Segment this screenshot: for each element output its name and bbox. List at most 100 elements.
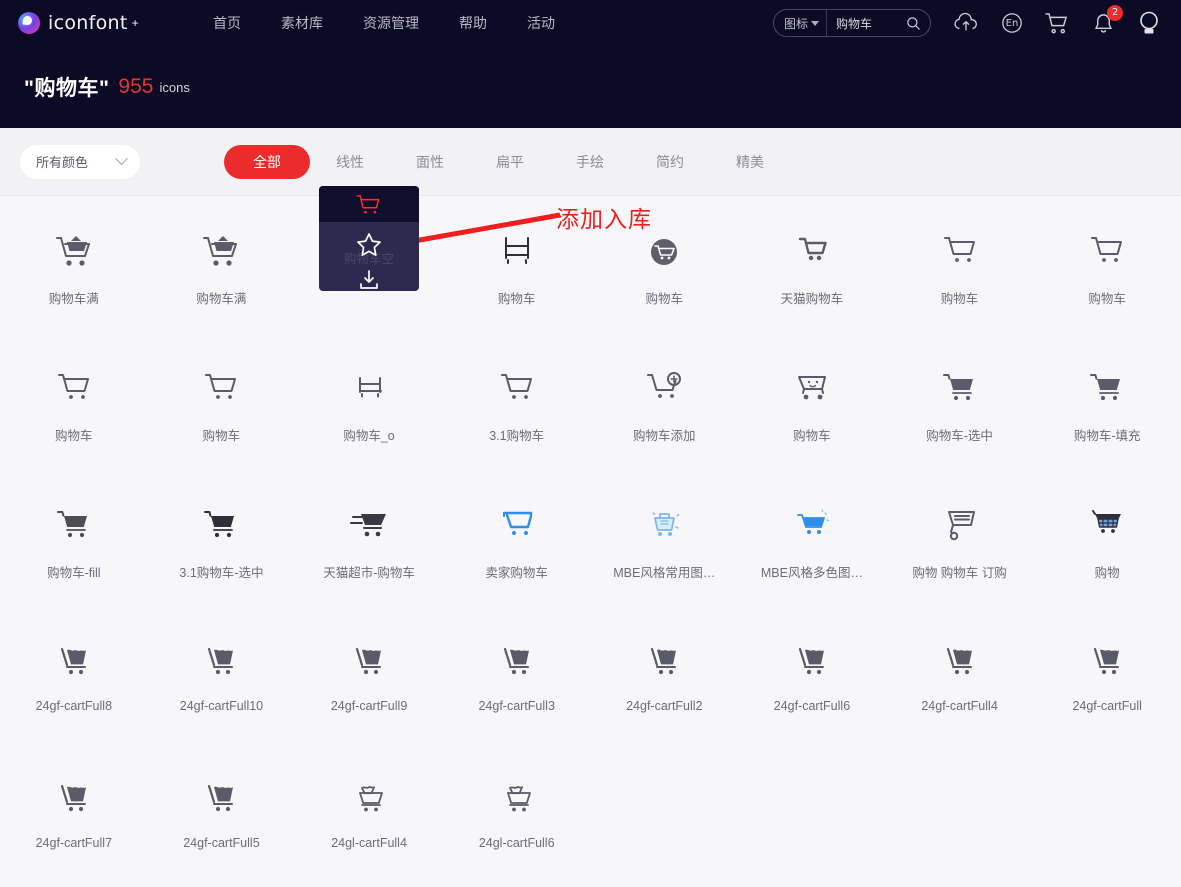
nav-item-home[interactable]: 首页: [213, 13, 241, 33]
icon-card[interactable]: 24gl-cartFull4: [295, 750, 443, 887]
icon-label: 24gf-cartFull5: [183, 836, 260, 850]
icon-label: MBE风格常用图…: [613, 566, 716, 580]
brand-logo[interactable]: iconfont +: [18, 12, 183, 34]
icon-card[interactable]: 购物 购物车 订购: [886, 476, 1034, 613]
icon-label: 购物车: [645, 292, 684, 306]
icon-glyph: [349, 639, 389, 687]
icon-card[interactable]: 购物车_o: [295, 339, 443, 476]
icon-card[interactable]: 24gf-cartFull5: [148, 750, 296, 887]
tab-simple[interactable]: 简约: [630, 145, 710, 179]
icon-glyph: [940, 639, 980, 687]
icon-card[interactable]: 天猫超市-购物车: [295, 476, 443, 613]
icon-glyph: [349, 502, 389, 550]
icon-glyph: [54, 639, 94, 687]
icon-glyph: [201, 639, 241, 687]
download-icon[interactable]: [357, 268, 381, 291]
bell-icon[interactable]: 2: [1092, 4, 1123, 35]
upload-cloud-icon[interactable]: [953, 12, 979, 34]
icon-label: 24gf-cartFull7: [35, 836, 113, 850]
nav-item-help[interactable]: 帮助: [459, 13, 487, 33]
tab-all[interactable]: 全部: [224, 144, 310, 179]
search-icon[interactable]: [906, 16, 930, 31]
icon-card[interactable]: 24gf-cartFull7: [0, 750, 148, 887]
icon-card[interactable]: 24gf-cartFull4: [886, 613, 1034, 750]
icon-label: 24gf-cartFull: [1072, 699, 1142, 713]
nav-item-library[interactable]: 素材库: [281, 13, 323, 33]
style-tabs: 全部 线性 面性 扁平 手绘 简约 精美: [224, 144, 790, 179]
icon-card-hover-panel[interactable]: 购物车空: [319, 186, 420, 291]
cart-icon[interactable]: [1045, 12, 1070, 35]
icon-label: 购物车-fill: [47, 566, 101, 580]
icon-card[interactable]: 购物车-填充: [1033, 339, 1181, 476]
icon-label: 24gf-cartFull6: [773, 699, 851, 713]
icon-card[interactable]: 购物车: [1033, 202, 1181, 339]
tab-line[interactable]: 线性: [310, 145, 390, 179]
icon-card[interactable]: 购物车-fill: [0, 476, 148, 613]
language-en-label: En: [1005, 17, 1019, 29]
icon-card[interactable]: 天猫购物车: [738, 202, 886, 339]
header-tools: 图标 购物车 En 2: [773, 4, 1161, 37]
icon-card[interactable]: 24gf-cartFull10: [148, 613, 296, 750]
search-category-dropdown[interactable]: 图标: [774, 10, 828, 36]
color-filter-label: 所有颜色: [36, 155, 89, 170]
add-to-cart-icon[interactable]: [354, 193, 384, 226]
icon-glyph: [792, 639, 832, 687]
icon-glyph: [54, 502, 94, 550]
icon-card[interactable]: 购物车: [148, 339, 296, 476]
star-icon[interactable]: [356, 232, 382, 262]
icon-glyph: [54, 228, 94, 276]
icon-card[interactable]: 购物车-选中: [886, 339, 1034, 476]
icon-glyph: [940, 365, 980, 413]
icon-card[interactable]: 购物车满: [148, 202, 296, 339]
icon-card[interactable]: MBE风格多色图…: [738, 476, 886, 613]
icon-glyph: [497, 776, 537, 824]
icon-card[interactable]: 24gf-cartFull3: [443, 613, 591, 750]
nav-item-events[interactable]: 活动: [527, 13, 555, 33]
icon-label: 购物: [1094, 566, 1120, 580]
icon-glyph: [940, 228, 980, 276]
icon-card[interactable]: 卖家购物车: [443, 476, 591, 613]
icon-card[interactable]: 3.1购物车: [443, 339, 591, 476]
icon-card[interactable]: 购物车: [0, 339, 148, 476]
icon-label: 天猫超市-购物车: [323, 566, 415, 580]
icon-glyph: [1087, 365, 1127, 413]
icon-card[interactable]: 24gl-cartFull6: [443, 750, 591, 887]
icon-card[interactable]: 购物: [1033, 476, 1181, 613]
nav-item-resources[interactable]: 资源管理: [363, 13, 419, 33]
icon-label: 购物车-填充: [1073, 429, 1141, 443]
tab-flat[interactable]: 扁平: [470, 145, 550, 179]
icon-card[interactable]: 24gf-cartFull: [1033, 613, 1181, 750]
avatar[interactable]: [1137, 10, 1161, 36]
color-filter-select[interactable]: 所有颜色: [20, 144, 140, 179]
icon-glyph: [1087, 228, 1127, 276]
icon-glyph: [201, 502, 241, 550]
icon-card[interactable]: MBE风格常用图…: [591, 476, 739, 613]
icon-glyph: [644, 228, 684, 276]
icon-card[interactable]: 购物车空: [295, 186, 443, 339]
icon-glyph: [792, 365, 832, 413]
tab-refined[interactable]: 精美: [710, 145, 790, 179]
search-input[interactable]: 购物车: [827, 15, 906, 32]
icon-card[interactable]: 3.1购物车-选中: [148, 476, 296, 613]
icon-card[interactable]: 24gf-cartFull2: [591, 613, 739, 750]
icon-card[interactable]: 购物车: [886, 202, 1034, 339]
icon-label: 天猫购物车: [780, 292, 844, 306]
icon-glyph: [940, 502, 980, 550]
brand-plus-icon: +: [131, 16, 139, 30]
icon-card[interactable]: 24gf-cartFull8: [0, 613, 148, 750]
search-box[interactable]: 图标 购物车: [773, 9, 931, 37]
icon-card[interactable]: 24gf-cartFull9: [295, 613, 443, 750]
icon-glyph: [349, 776, 389, 824]
icon-glyph: [792, 502, 832, 550]
icon-card[interactable]: 购物车: [738, 339, 886, 476]
tab-fill[interactable]: 面性: [390, 145, 470, 179]
icon-card[interactable]: 购物车满: [0, 202, 148, 339]
icon-card[interactable]: 24gf-cartFull6: [738, 613, 886, 750]
icon-card[interactable]: 购物车添加: [591, 339, 739, 476]
icon-glyph: [644, 502, 684, 550]
icon-label: 购物车: [55, 429, 93, 443]
tab-hand[interactable]: 手绘: [550, 145, 630, 179]
icon-glyph: [1087, 502, 1127, 550]
language-en-icon[interactable]: En: [1001, 12, 1023, 34]
icon-label: 购物车_o: [343, 429, 395, 443]
